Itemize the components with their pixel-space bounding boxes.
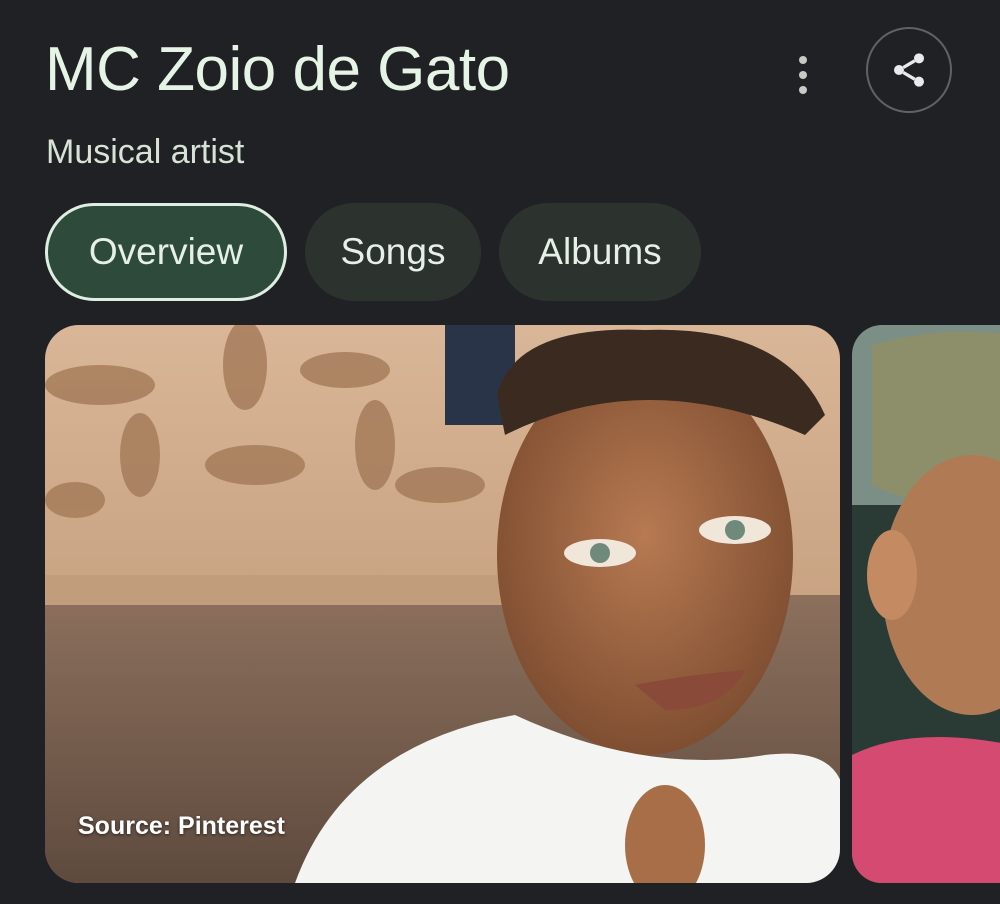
tab-songs[interactable]: Songs xyxy=(305,203,481,301)
more-vertical-icon xyxy=(799,56,807,64)
share-icon xyxy=(894,53,924,87)
entity-subtitle: Musical artist xyxy=(46,133,245,171)
tab-bar: Overview Songs Albums xyxy=(45,203,701,301)
artist-photo-secondary[interactable] xyxy=(852,325,1000,883)
more-options-button[interactable] xyxy=(780,50,826,100)
share-button[interactable] xyxy=(866,27,952,113)
tab-overview[interactable]: Overview xyxy=(45,203,287,301)
artist-photo[interactable] xyxy=(45,325,840,883)
page-title: MC Zoio de Gato xyxy=(45,35,510,104)
tab-albums[interactable]: Albums xyxy=(499,203,701,301)
image-source-caption: Source: Pinterest xyxy=(78,812,286,840)
